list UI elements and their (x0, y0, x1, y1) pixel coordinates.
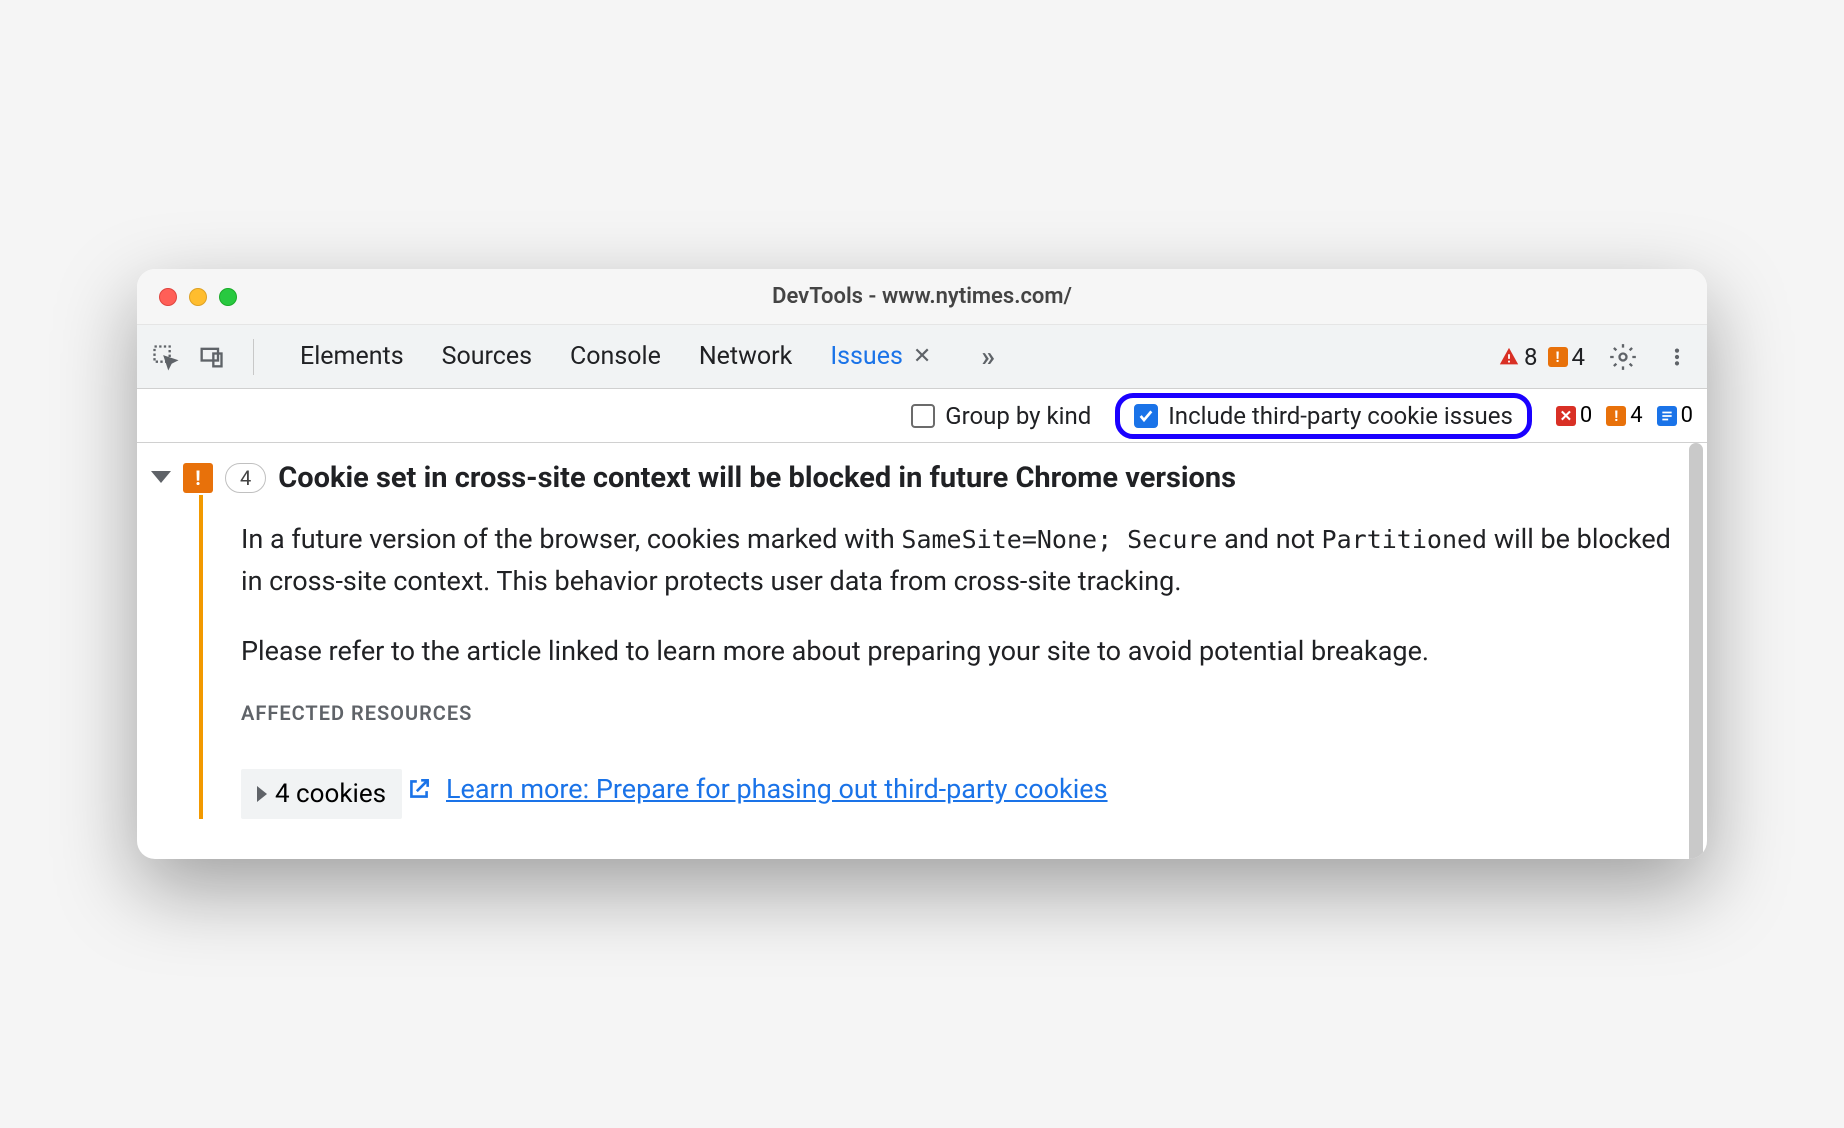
warning-square-icon: ! (183, 463, 213, 493)
checkbox-icon (911, 404, 935, 428)
checkbox-checked-icon (1134, 404, 1158, 428)
warning-square-icon: ! (1606, 406, 1626, 426)
count-value: 4 (1630, 403, 1642, 428)
kebab-menu-icon[interactable] (1661, 341, 1693, 373)
console-errors-badge[interactable]: 8 (1498, 343, 1538, 371)
close-icon[interactable]: ✕ (913, 344, 931, 369)
issue-title: Cookie set in cross-site context will be… (278, 461, 1236, 495)
warning-square-icon: ! (1548, 347, 1568, 367)
tab-label: Network (699, 342, 792, 371)
tab-label: Issues (830, 342, 903, 371)
include-third-party-checkbox[interactable]: Include third-party cookie issues (1134, 402, 1513, 430)
affected-resources-label: AFFECTED RESOURCES (241, 701, 1685, 725)
tab-elements[interactable]: Elements (300, 342, 404, 371)
devtools-tabbar: Elements Sources Console Network Issues … (137, 325, 1707, 389)
tab-label: Elements (300, 342, 404, 371)
window-titlebar: DevTools - www.nytimes.com/ (137, 269, 1707, 325)
issue-description-1: In a future version of the browser, cook… (241, 519, 1685, 603)
info-square-icon (1657, 406, 1677, 426)
link-text: Learn more: Prepare for phasing out thir… (446, 773, 1108, 805)
highlight-annotation: Include third-party cookie issues (1115, 393, 1532, 439)
device-toggle-icon[interactable] (197, 343, 225, 371)
count-value: 0 (1681, 403, 1693, 428)
checkbox-label: Group by kind (945, 402, 1091, 430)
warning-triangle-icon (1498, 346, 1520, 368)
issue-counts: ✕ 0 ! 4 0 (1556, 403, 1693, 428)
tab-sources[interactable]: Sources (442, 342, 532, 371)
tab-label: Console (570, 342, 661, 371)
minimize-window-button[interactable] (189, 288, 207, 306)
code-fragment: SameSite=None; Secure (901, 525, 1217, 554)
warnings-filter-badge[interactable]: ! 4 (1606, 403, 1642, 428)
count-value: 0 (1580, 403, 1592, 428)
settings-gear-icon[interactable] (1607, 341, 1639, 373)
errors-count: 8 (1524, 343, 1538, 371)
issues-filter-bar: Group by kind Include third-party cookie… (137, 389, 1707, 443)
checkbox-label: Include third-party cookie issues (1168, 402, 1513, 430)
text-fragment: In a future version of the browser, cook… (241, 523, 901, 555)
console-warnings-badge[interactable]: ! 4 (1548, 343, 1586, 371)
issue-count-pill: 4 (225, 463, 266, 493)
warnings-count: 4 (1572, 343, 1586, 371)
error-square-icon: ✕ (1556, 406, 1576, 426)
issue-body: In a future version of the browser, cook… (199, 495, 1685, 819)
external-link-icon (406, 776, 432, 802)
tab-label: Sources (442, 342, 532, 371)
window-title: DevTools - www.nytimes.com/ (772, 284, 1072, 309)
chevron-right-icon (257, 786, 267, 802)
chevron-down-icon[interactable] (151, 471, 171, 483)
errors-filter-badge[interactable]: ✕ 0 (1556, 403, 1592, 428)
affected-cookies-expander[interactable]: 4 cookies (241, 769, 402, 819)
traffic-lights (159, 288, 237, 306)
issue-description-2: Please refer to the article linked to le… (241, 631, 1685, 673)
tab-console[interactable]: Console (570, 342, 661, 371)
expander-label: 4 cookies (275, 779, 386, 809)
tabbar-divider (253, 339, 254, 375)
inspect-element-icon[interactable] (151, 343, 179, 371)
scrollbar[interactable] (1689, 443, 1703, 859)
info-filter-badge[interactable]: 0 (1657, 403, 1693, 428)
group-by-kind-checkbox[interactable]: Group by kind (911, 402, 1091, 430)
tab-network[interactable]: Network (699, 342, 792, 371)
tab-issues[interactable]: Issues ✕ (830, 342, 931, 371)
devtools-window: DevTools - www.nytimes.com/ Elements Sou… (137, 269, 1707, 859)
learn-more-link[interactable]: Learn more: Prepare for phasing out thir… (406, 773, 1108, 805)
issues-content: ! 4 Cookie set in cross-site context wil… (137, 443, 1707, 859)
more-tabs-chevron-icon[interactable]: » (981, 340, 995, 373)
issue-header-row[interactable]: ! 4 Cookie set in cross-site context wil… (145, 461, 1685, 495)
code-fragment: Partitioned (1322, 525, 1488, 554)
maximize-window-button[interactable] (219, 288, 237, 306)
text-fragment: and not (1217, 523, 1321, 555)
close-window-button[interactable] (159, 288, 177, 306)
